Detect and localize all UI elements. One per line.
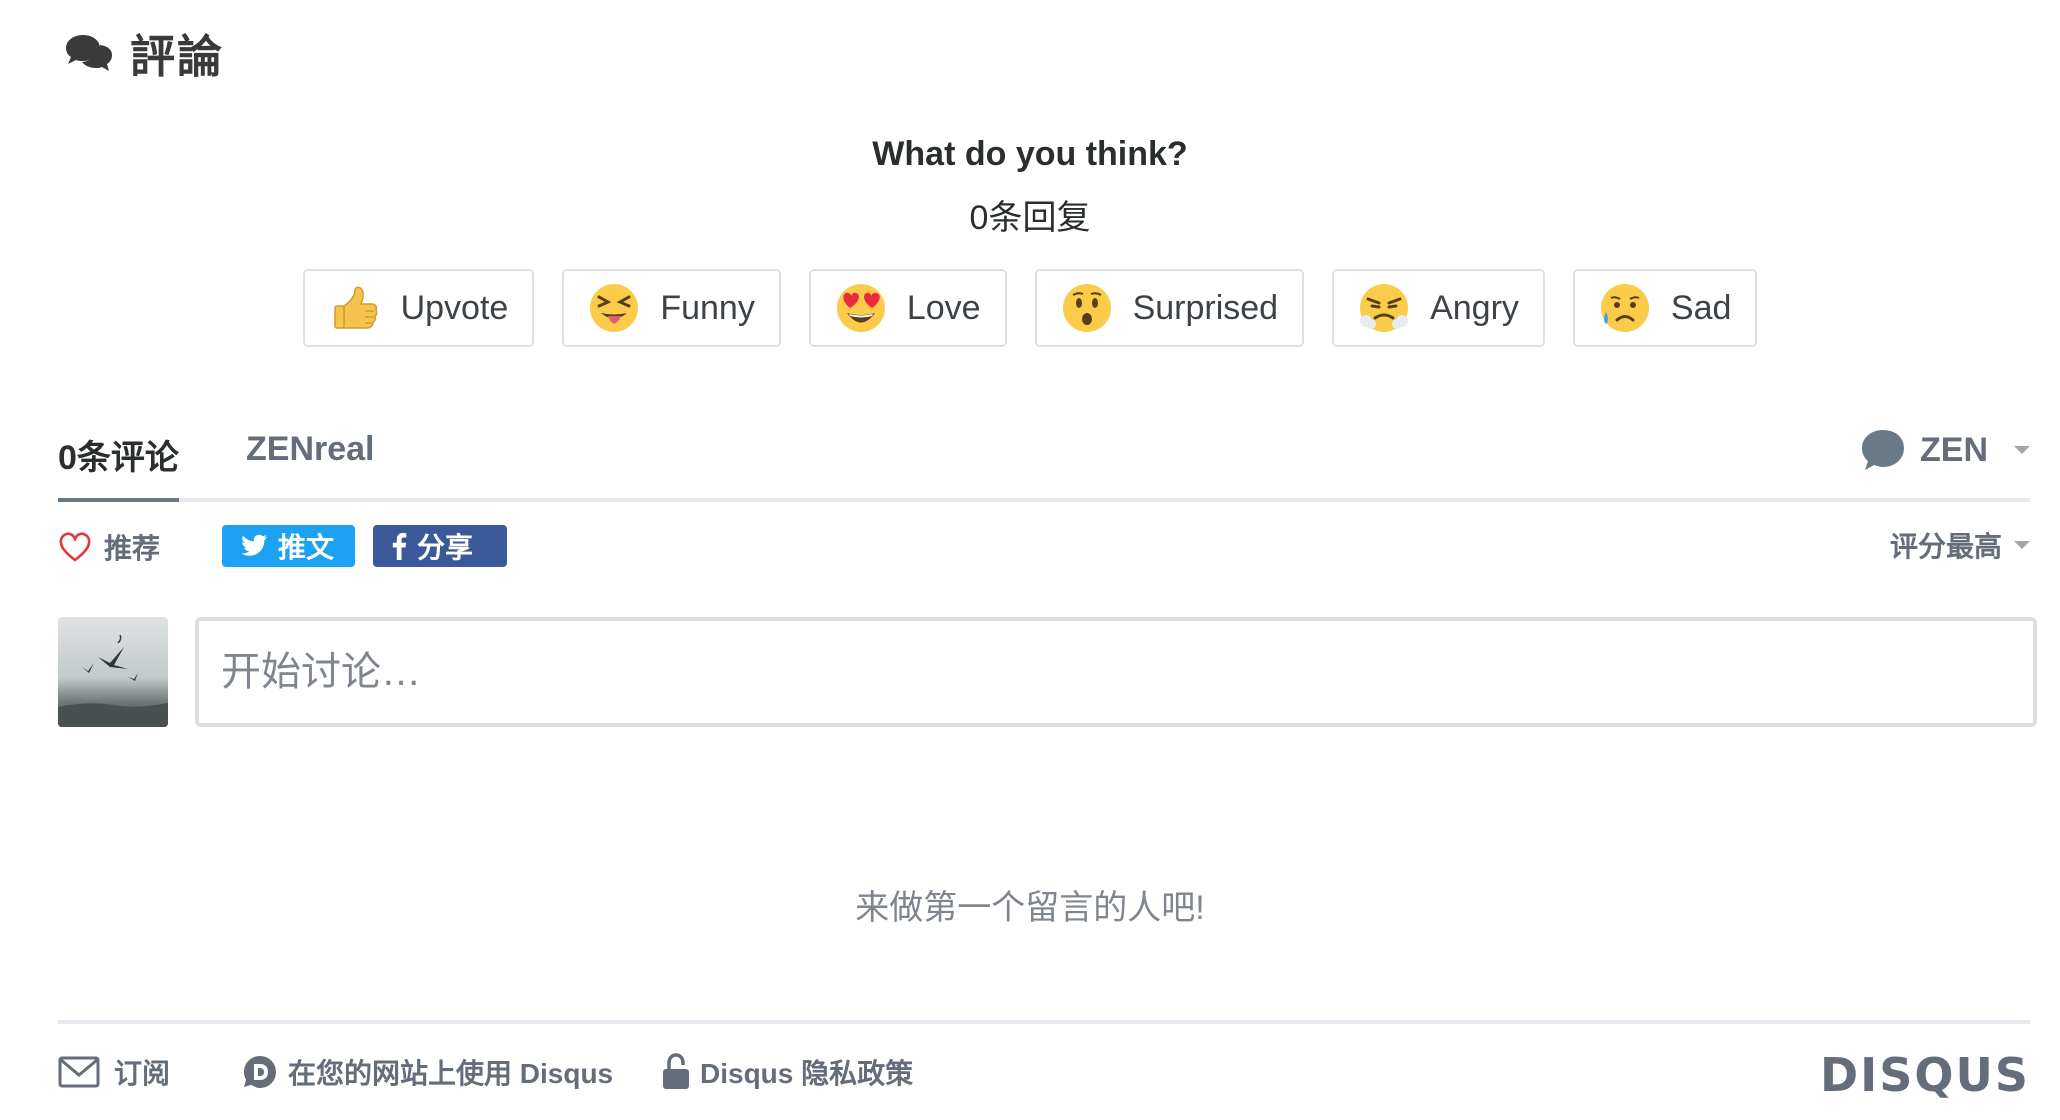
- facebook-icon: [392, 533, 407, 560]
- reaction-love-button[interactable]: Love: [808, 269, 1007, 347]
- tweet-button[interactable]: 推文: [222, 525, 355, 567]
- disqus-d-icon: [244, 1056, 276, 1088]
- reaction-label: Sad: [1670, 288, 1732, 327]
- thread-tabs: 0条评论 ZENreal ZEN: [58, 420, 2030, 502]
- user-avatar-bubble-icon: [1862, 430, 1904, 470]
- envelope-icon: [58, 1056, 100, 1088]
- heart-eyes-emoji-icon: [836, 284, 885, 332]
- avatar-image: [58, 617, 168, 727]
- active-tab-indicator: [58, 498, 179, 502]
- reaction-upvote-button[interactable]: Upvote: [302, 269, 535, 347]
- tweet-label: 推文: [278, 532, 335, 563]
- tab-comments[interactable]: 0条评论: [58, 430, 179, 479]
- twitter-bird-icon: [241, 534, 267, 556]
- user-name: ZEN: [1920, 430, 1988, 469]
- sort-label: 评分最高: [1889, 531, 2002, 562]
- reaction-label: Surprised: [1132, 288, 1279, 327]
- share-label: 分享: [417, 532, 474, 563]
- add-disqus-link[interactable]: 在您的网站上使用 Disqus: [242, 1052, 613, 1092]
- reaction-angry-button[interactable]: Angry: [1332, 269, 1545, 347]
- share-button[interactable]: 分享: [373, 525, 507, 567]
- recommend-label: 推荐: [104, 533, 161, 564]
- disqus-logo[interactable]: DISQUS: [1820, 1048, 2030, 1102]
- lock-icon: [663, 1053, 689, 1089]
- chat-bubbles-icon: [66, 34, 112, 71]
- reaction-sad-button[interactable]: Sad: [1572, 269, 1758, 347]
- reaction-surprised-button[interactable]: Surprised: [1034, 269, 1305, 347]
- reaction-question: What do you think?: [872, 135, 1188, 173]
- comments-title: 評論: [130, 31, 225, 82]
- squinting-tongue-emoji-icon: [590, 284, 639, 332]
- reaction-label: Funny: [660, 288, 755, 327]
- sad-sweat-emoji-icon: [1600, 284, 1649, 332]
- comment-input[interactable]: [195, 617, 2037, 727]
- empty-thread-message: 来做第一个留言的人吧!: [855, 889, 1205, 927]
- avatar[interactable]: [58, 617, 168, 727]
- tab-community[interactable]: ZENreal: [246, 430, 375, 469]
- steaming-angry-emoji-icon: [1360, 284, 1409, 332]
- reaction-label: Love: [906, 288, 981, 327]
- privacy-label: Disqus 隐私政策: [700, 1058, 914, 1089]
- reaction-buttons: Upvote Funny Love Surprised Angry Sad: [0, 269, 2060, 347]
- reaction-funny-button[interactable]: Funny: [562, 269, 781, 347]
- disqus-footer: 订阅 在您的网站上使用 Disqus Disqus 隐私政策 DISQUS: [58, 1020, 2030, 1120]
- recommend-button[interactable]: 推荐: [58, 527, 160, 567]
- sort-dropdown[interactable]: 评分最高: [1890, 525, 2030, 565]
- reaction-label: Angry: [1430, 288, 1519, 327]
- thumbs-up-emoji-icon: [333, 286, 377, 329]
- hushed-face-emoji-icon: [1062, 284, 1111, 332]
- reaction-replies-count[interactable]: 0条回复: [0, 190, 2060, 239]
- disqus-thread: 評論 What do you think? 0条回复 Upvote Funny: [0, 0, 2060, 1116]
- chevron-down-icon: [2014, 541, 2030, 549]
- subscribe-link[interactable]: 订阅: [58, 1052, 170, 1092]
- chevron-down-icon: [2014, 446, 2030, 454]
- add-disqus-label: 在您的网站上使用 Disqus: [288, 1058, 614, 1089]
- user-menu[interactable]: ZEN: [1860, 428, 2030, 472]
- thread-actions: 推荐 推文 分享 评分最高: [58, 525, 2030, 569]
- comments-header: 評論: [64, 20, 224, 85]
- privacy-policy-link[interactable]: Disqus 隐私政策: [662, 1052, 913, 1092]
- reaction-label: Upvote: [400, 288, 509, 327]
- heart-icon: [59, 532, 91, 562]
- subscribe-label: 订阅: [114, 1058, 171, 1089]
